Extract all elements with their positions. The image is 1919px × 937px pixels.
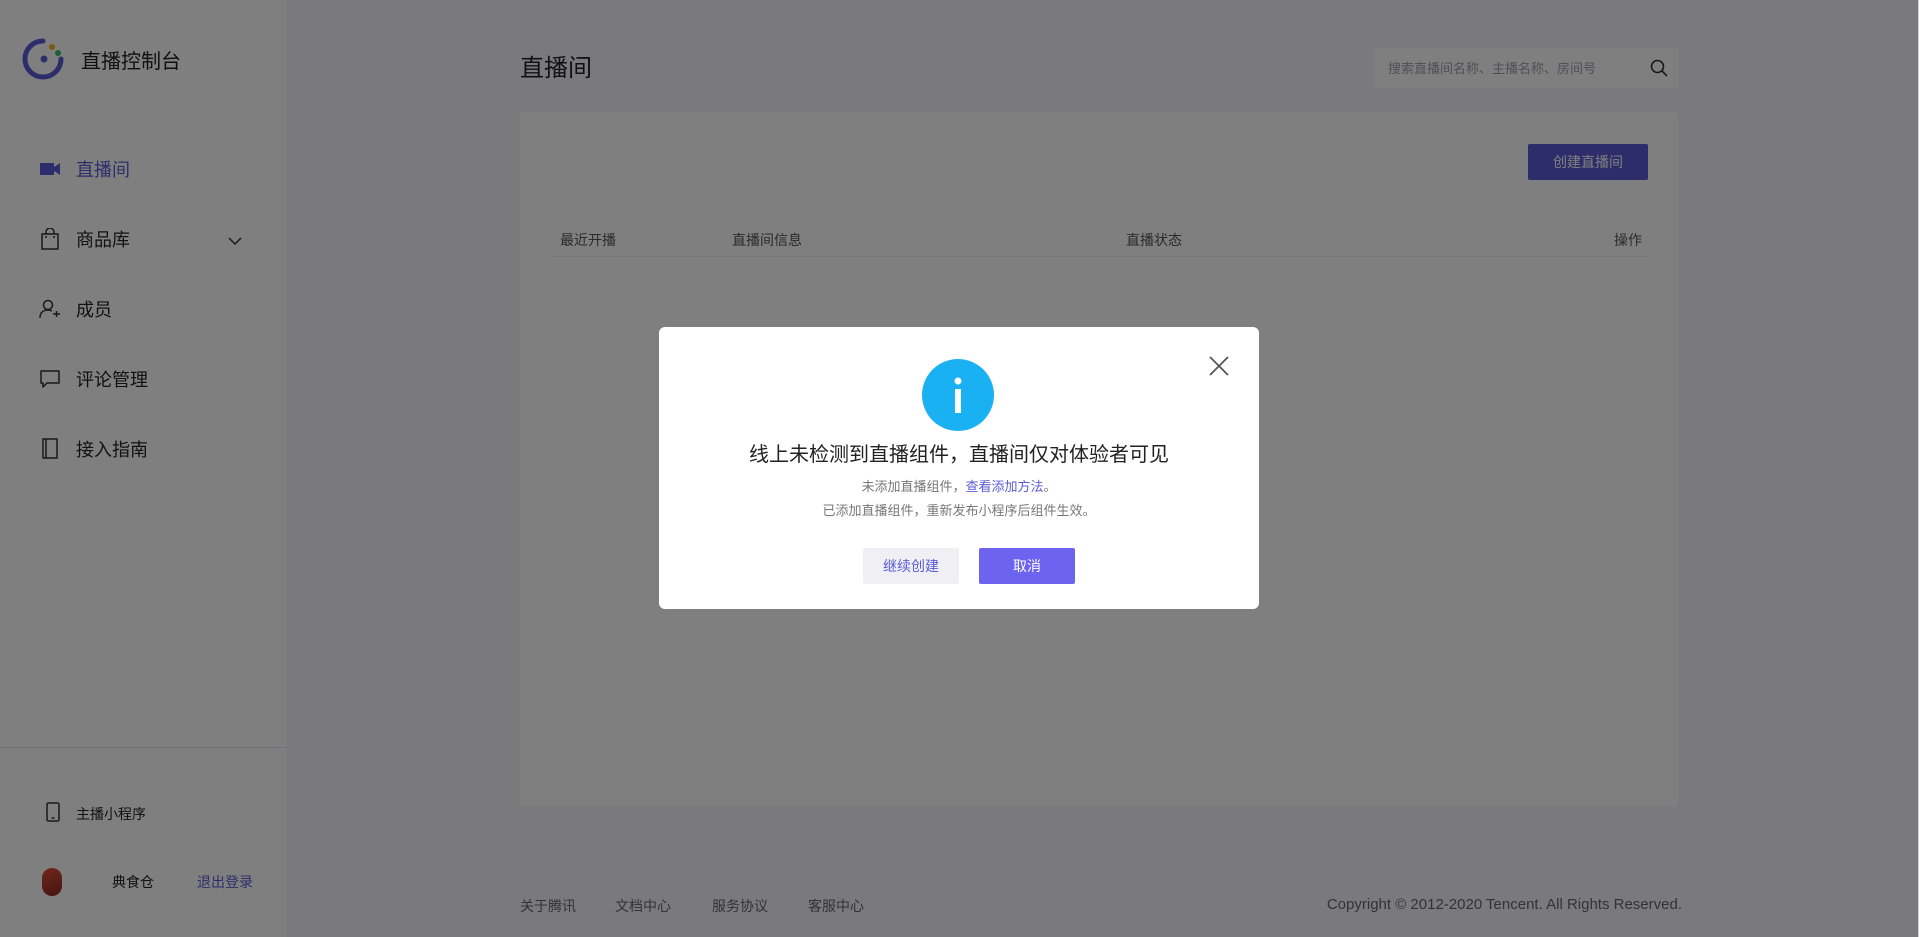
warning-dialog: 线上未检测到直播组件，直播间仅对体验者可见 未添加直播组件，查看添加方法。 已添… — [659, 327, 1259, 609]
dialog-message-text: 未添加直播组件， — [861, 479, 966, 494]
cancel-button[interactable]: 取消 — [979, 548, 1075, 584]
dialog-message-punct: 。 — [1043, 479, 1057, 494]
info-icon — [922, 359, 994, 431]
dialog-message-line1: 未添加直播组件，查看添加方法。 — [659, 476, 1259, 495]
dialog-message-line2: 已添加直播组件，重新发布小程序后组件生效。 — [822, 503, 1096, 518]
view-method-link[interactable]: 查看添加方法 — [965, 479, 1043, 494]
dialog-title: 线上未检测到直播组件，直播间仅对体验者可见 — [749, 444, 1169, 466]
continue-create-button[interactable]: 继续创建 — [863, 548, 959, 584]
close-icon[interactable] — [1205, 352, 1233, 380]
